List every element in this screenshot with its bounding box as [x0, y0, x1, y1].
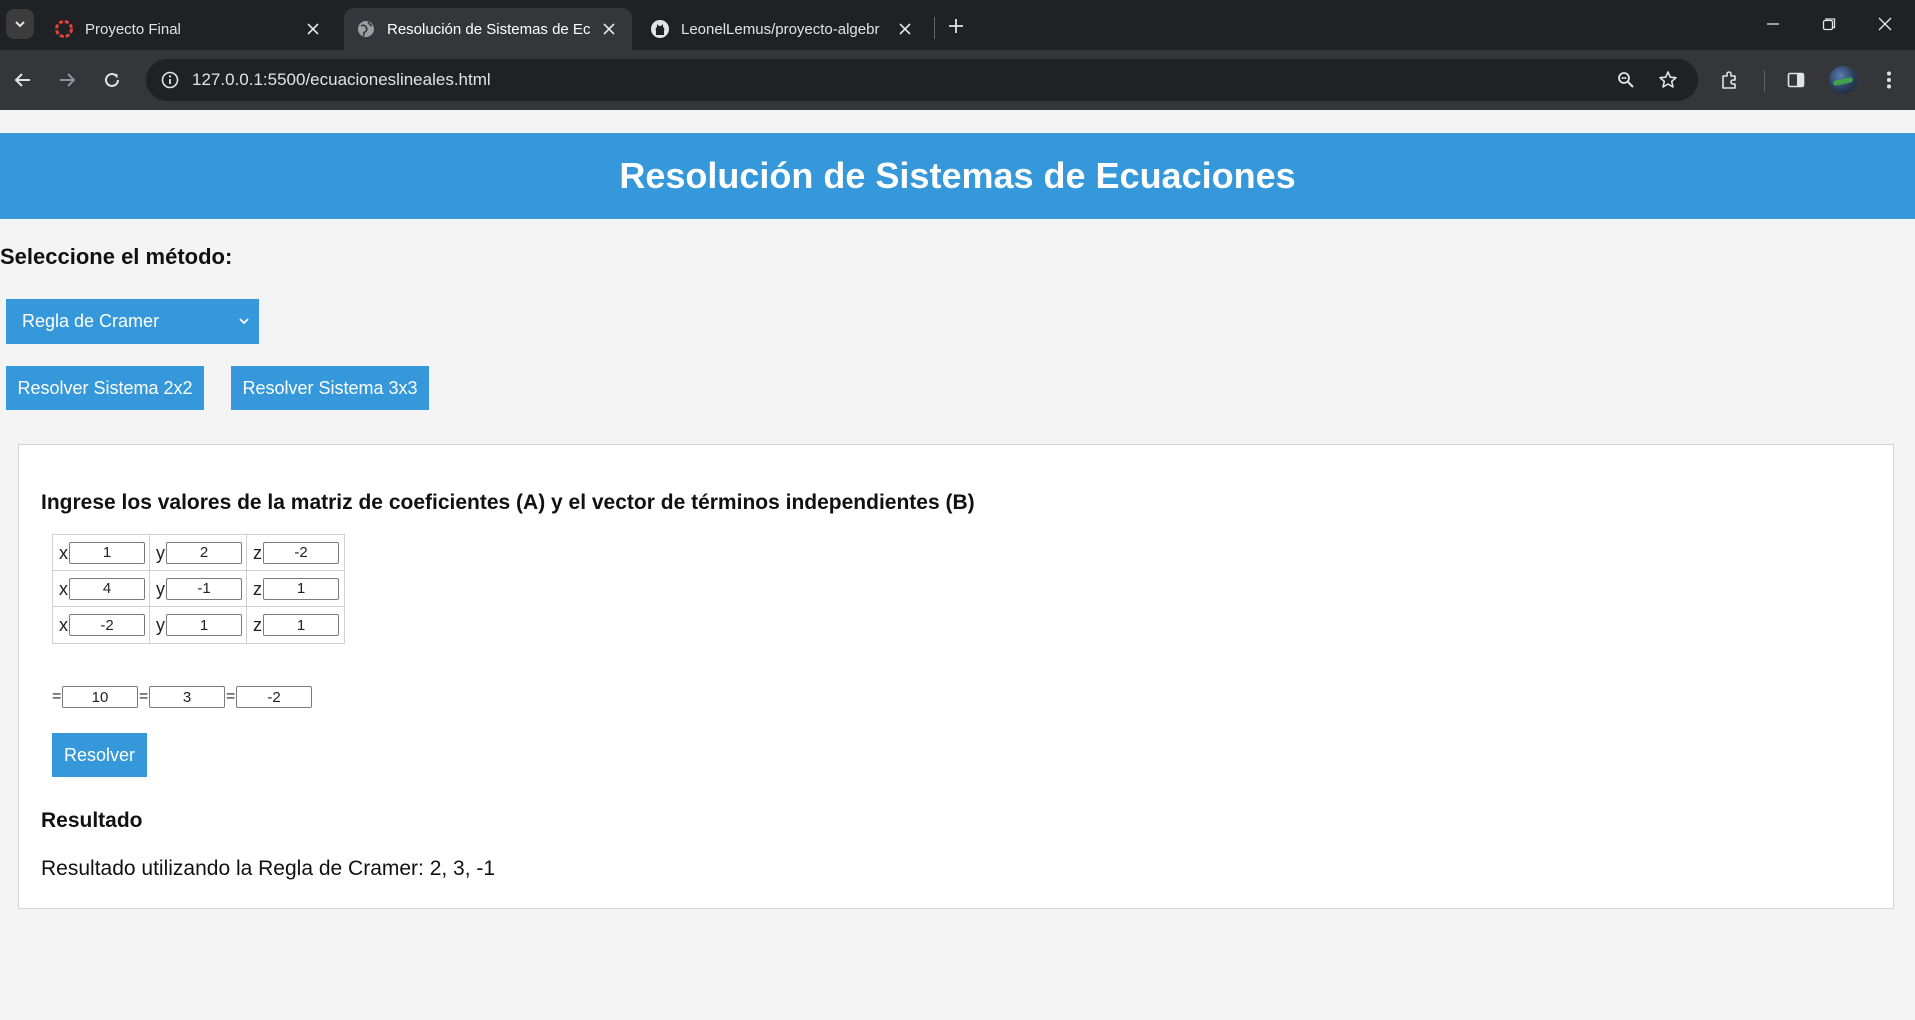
puzzle-icon	[1722, 71, 1736, 89]
tab-proyecto-final[interactable]: Proyecto Final	[42, 8, 336, 50]
method-select[interactable]: Regla de Cramer	[6, 299, 259, 344]
coefficient-input[interactable]: -1	[166, 577, 242, 600]
browser-toolbar: 127.0.0.1:5500/ecuacioneslineales.html	[0, 50, 1915, 110]
solve-2x2-button[interactable]: Resolver Sistema 2x2	[6, 366, 204, 410]
coefficient-input[interactable]: 2	[166, 541, 242, 564]
github-icon	[650, 19, 670, 39]
solve-button[interactable]: Resolver	[52, 733, 147, 777]
equals-sign: =	[226, 688, 236, 705]
equals-sign: =	[52, 688, 62, 705]
variable-label: z	[253, 578, 262, 599]
new-tab-button[interactable]	[942, 12, 970, 40]
method-label: Seleccione el método:	[0, 244, 233, 269]
variable-label: x	[59, 578, 68, 599]
equals-sign: =	[139, 688, 149, 705]
coefficient-input[interactable]: 1	[263, 577, 339, 600]
tab-github[interactable]: LeonelLemus/proyecto-algebr	[638, 8, 928, 50]
restore-icon	[1822, 18, 1836, 31]
close-icon[interactable]	[302, 18, 324, 40]
tab-search-button[interactable]	[6, 9, 34, 39]
coefficient-input[interactable]: 1	[166, 614, 242, 636]
variable-label: x	[59, 542, 68, 563]
reload-icon	[105, 72, 119, 87]
side-panel-icon	[1787, 72, 1805, 88]
tab-resolucion[interactable]: Resolución de Sistemas de Ecu	[344, 8, 632, 50]
coefficient-input[interactable]: -2	[69, 614, 145, 636]
close-icon[interactable]	[894, 18, 916, 40]
info-icon[interactable]	[156, 66, 184, 94]
address-bar[interactable]: 127.0.0.1:5500/ecuacioneslineales.html	[146, 59, 1698, 101]
minimize-button[interactable]	[1745, 6, 1801, 42]
matrix-cell: z 1	[247, 571, 344, 606]
matrix-cell: x 4	[53, 571, 150, 606]
profile-avatar[interactable]	[1829, 66, 1857, 94]
result-text: Resultado utilizando la Regla de Cramer:…	[41, 857, 496, 880]
bookmark-star-icon[interactable]	[1654, 66, 1682, 94]
toolbar-divider	[1764, 70, 1765, 92]
chevron-down-icon	[15, 21, 25, 28]
matrix-cell: x 1	[53, 535, 150, 570]
coefficient-input[interactable]: 1	[263, 614, 339, 636]
variable-label: x	[59, 615, 68, 635]
chevron-down-icon	[236, 313, 252, 329]
close-icon	[1878, 17, 1892, 31]
variable-label: y	[156, 578, 165, 599]
minimize-icon	[1767, 23, 1779, 25]
coefficient-input[interactable]: -2	[263, 541, 339, 564]
extensions-button[interactable]	[1713, 63, 1747, 97]
constant-input[interactable]: 3	[149, 686, 225, 708]
coefficient-matrix: x 1 y 2 z -2 x 4 y -1 z 1 x -2 y 1 z 1	[52, 534, 345, 644]
forward-button[interactable]	[50, 63, 84, 97]
tab-title: Proyecto Final	[85, 20, 181, 38]
arrow-left-icon	[14, 73, 30, 87]
page-header: Resolución de Sistemas de Ecuaciones	[0, 133, 1915, 219]
variable-label: z	[253, 542, 262, 563]
globe-icon	[356, 19, 376, 39]
coefficient-input[interactable]: 4	[69, 577, 145, 600]
side-panel-button[interactable]	[1779, 63, 1813, 97]
zoom-icon[interactable]	[1612, 66, 1640, 94]
variable-label: y	[156, 615, 165, 635]
tab-title: LeonelLemus/proyecto-algebr	[681, 20, 880, 38]
red-circle-icon	[54, 19, 74, 39]
close-icon[interactable]	[598, 18, 620, 40]
matrix-cell: y 1	[150, 607, 247, 643]
page-viewport: Resolución de Sistemas de Ecuaciones Sel…	[0, 110, 1915, 1020]
matrix-cell: y 2	[150, 535, 247, 570]
coefficient-input[interactable]: 1	[69, 541, 145, 564]
matrix-cell: z -2	[247, 535, 344, 570]
matrix-cell: y -1	[150, 571, 247, 606]
result-heading: Resultado	[41, 809, 143, 832]
matrix-cell: z 1	[247, 607, 344, 643]
constant-input[interactable]: -2	[236, 686, 312, 708]
matrix-row: x 1 y 2 z -2	[53, 535, 344, 571]
arrow-right-icon	[60, 73, 76, 87]
panel-heading: Ingrese los valores de la matriz de coef…	[41, 491, 975, 514]
browser-tabstrip: Proyecto Final Resolución de Sistemas de…	[0, 0, 1915, 50]
matrix-row: x 4 y -1 z 1	[53, 571, 344, 607]
variable-label: z	[253, 615, 262, 635]
matrix-row: x -2 y 1 z 1	[53, 607, 344, 643]
back-button[interactable]	[6, 63, 40, 97]
reload-button[interactable]	[95, 63, 129, 97]
constants-vector: = 10 = 3 = -2	[52, 685, 313, 709]
constant-input[interactable]: 10	[62, 686, 138, 708]
url-text[interactable]: 127.0.0.1:5500/ecuacioneslineales.html	[192, 70, 491, 90]
tab-title: Resolución de Sistemas de Ecu	[387, 20, 590, 38]
menu-button[interactable]	[1872, 63, 1906, 97]
matrix-cell: x -2	[53, 607, 150, 643]
page-title: Resolución de Sistemas de Ecuaciones	[619, 155, 1296, 196]
plus-icon	[949, 19, 963, 33]
method-select-value: Regla de Cramer	[22, 311, 160, 331]
tab-divider	[934, 17, 935, 39]
restore-button[interactable]	[1801, 6, 1857, 42]
solve-3x3-button[interactable]: Resolver Sistema 3x3	[231, 366, 429, 410]
variable-label: y	[156, 542, 165, 563]
system-panel: Ingrese los valores de la matriz de coef…	[18, 444, 1894, 909]
more-vertical-icon	[1887, 71, 1891, 89]
close-window-button[interactable]	[1857, 6, 1913, 42]
